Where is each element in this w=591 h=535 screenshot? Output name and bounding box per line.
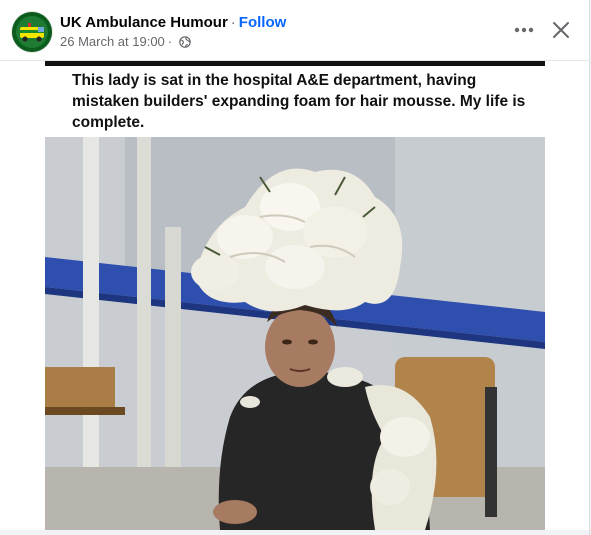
page-name-link[interactable]: UK Ambulance Humour	[60, 14, 228, 31]
follow-button[interactable]: Follow	[239, 14, 287, 31]
more-options-button[interactable]	[506, 16, 542, 44]
post-card: UK Ambulance Humour · Follow 26 March at 1…	[0, 0, 590, 535]
globe-icon[interactable]	[179, 36, 191, 48]
close-button[interactable]	[545, 14, 577, 46]
title-separator: ·	[230, 14, 236, 31]
more-horizontal-icon	[514, 27, 534, 33]
card-bottom-edge	[0, 530, 589, 535]
hospital-photo	[45, 137, 545, 530]
ambulance-logo-icon	[12, 12, 52, 52]
post-title-line: UK Ambulance Humour · Follow	[60, 14, 286, 32]
post-timestamp[interactable]: 26 March at 19:00	[60, 34, 165, 50]
post-header: UK Ambulance Humour · Follow 26 March at 1…	[0, 0, 589, 60]
post-meta: 26 March at 19:00 ·	[60, 34, 191, 50]
post-image[interactable]: This lady is sat in the hospital A&E dep…	[45, 61, 545, 530]
image-caption-band: This lady is sat in the hospital A&E dep…	[45, 61, 545, 137]
meta-separator: ·	[167, 34, 173, 49]
close-icon	[553, 22, 569, 38]
image-caption: This lady is sat in the hospital A&E dep…	[72, 72, 526, 131]
page-avatar[interactable]	[12, 12, 52, 52]
